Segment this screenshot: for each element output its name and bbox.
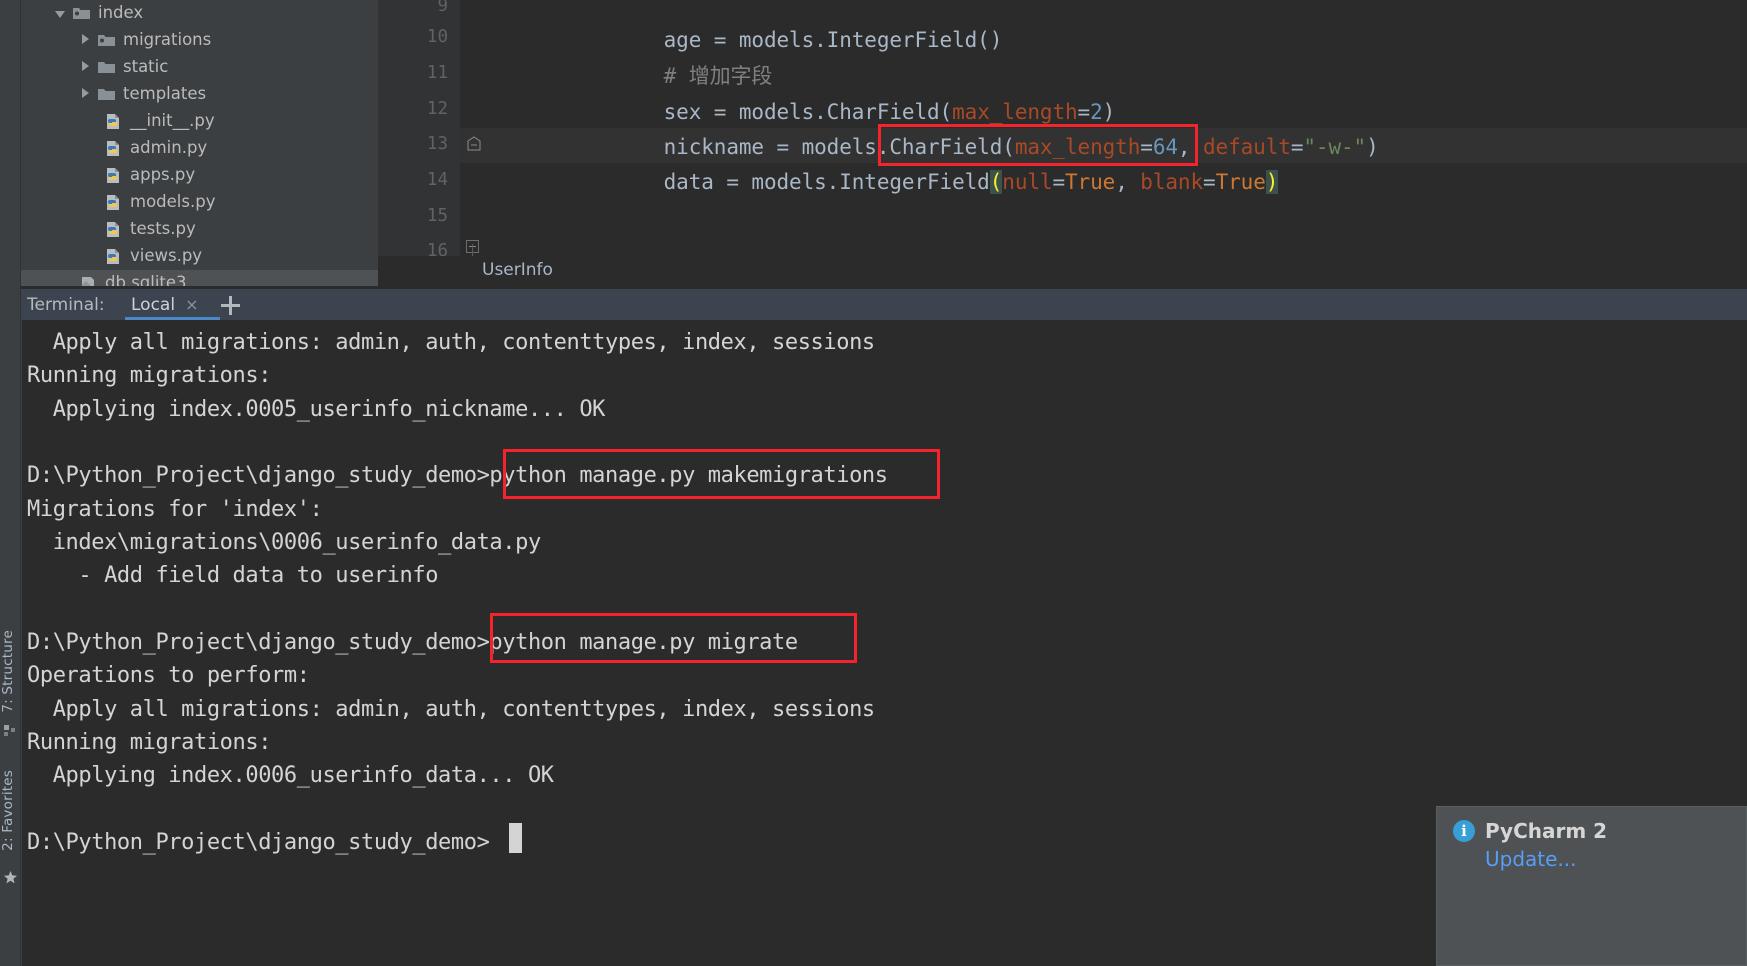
database-file-icon: [82, 277, 94, 286]
tree-item-label: admin.py: [130, 138, 208, 158]
close-icon[interactable]: ×: [185, 296, 198, 313]
chevron-right-icon[interactable]: [79, 61, 92, 74]
terminal-line-migrate: D:\Python_Project\django_study_demo>pyth…: [27, 630, 798, 655]
chevron-right-icon[interactable]: [79, 88, 92, 101]
terminal-line: Apply all migrations: admin, auth, conte…: [27, 330, 875, 355]
info-icon: [1453, 820, 1475, 842]
terminal-line: Applying index.0005_userinfo_nickname...…: [27, 397, 606, 422]
code-line-10: # 增加字段: [563, 64, 773, 88]
folder-icon: [98, 89, 115, 100]
left-tool-window-strip: 7: Structure 2: Favorites: [0, 0, 21, 966]
terminal-line: Apply all migrations: admin, auth, conte…: [27, 697, 875, 722]
tree-item-db-sqlite3[interactable]: db.sqlite3: [21, 270, 378, 286]
terminal-prompt-line: D:\Python_Project\django_study_demo>: [27, 830, 490, 855]
terminal-line: Operations to perform:: [27, 663, 310, 688]
terminal-line: Running migrations:: [27, 363, 272, 388]
matching-paren-open: (: [989, 170, 1003, 194]
star-icon: [4, 871, 17, 884]
terminal-tab-bar: Terminal: Local ×: [21, 289, 1747, 320]
terminal-panel-label: Terminal:: [27, 295, 105, 315]
line-number: 11: [426, 63, 448, 83]
code-fold-marker-line13[interactable]: [466, 136, 482, 152]
structure-icon: [4, 725, 15, 736]
line-number: 9: [437, 0, 448, 16]
python-file-icon: [107, 222, 119, 237]
tree-item-views-py[interactable]: views.py: [21, 243, 378, 270]
tree-item-tests-py[interactable]: tests.py: [21, 216, 378, 243]
project-tree-panel[interactable]: index migrations static templates __init…: [21, 0, 378, 286]
terminal-line: Running migrations:: [27, 730, 272, 755]
notification-title: PyCharm 2: [1485, 819, 1608, 843]
line-number: 15: [426, 206, 448, 226]
terminal-line: Applying index.0006_userinfo_data... OK: [27, 763, 554, 788]
editor-gutter[interactable]: 9 10 11 12 13 14 15 16: [378, 0, 460, 256]
code-line-9: age = models.IntegerField(): [563, 28, 1003, 52]
code-line-12: nickname = models.CharField(max_length=6…: [563, 135, 1379, 159]
tree-item-migrations[interactable]: migrations: [21, 27, 378, 54]
tree-item-index[interactable]: index: [21, 0, 378, 27]
terminal-line: Migrations for 'index':: [27, 497, 323, 522]
terminal-tab-local-label: Local: [131, 294, 176, 315]
folder-icon: [98, 62, 115, 73]
tool-button-structure[interactable]: 7: Structure: [0, 630, 21, 713]
folder-module-icon: [98, 35, 115, 46]
code-fold-line: [472, 244, 473, 256]
tool-button-favorites-label: 2: Favorites: [0, 770, 16, 851]
code-line-13: data = models.IntegerField(null=True, bl…: [563, 170, 1279, 194]
breadcrumb-userinfo[interactable]: UserInfo: [482, 260, 553, 280]
tree-item-label: static: [123, 57, 169, 77]
python-file-icon: [107, 114, 119, 129]
python-file-icon: [107, 249, 119, 264]
tree-item-label: db.sqlite3: [105, 273, 187, 286]
terminal-line: index\migrations\0006_userinfo_data.py: [27, 530, 542, 555]
tree-item-label: apps.py: [130, 165, 196, 185]
line-number: 10: [426, 27, 448, 47]
tree-item-templates[interactable]: templates: [21, 81, 378, 108]
tree-item-admin-py[interactable]: admin.py: [21, 135, 378, 162]
tree-item-static[interactable]: static: [21, 54, 378, 81]
chevron-down-icon[interactable]: [54, 7, 67, 20]
pycharm-window: 7: Structure 2: Favorites index migratio…: [0, 0, 1747, 966]
tree-item-label: migrations: [123, 30, 212, 50]
python-file-icon: [107, 168, 119, 183]
folder-module-icon: [73, 8, 90, 19]
tree-item-init-py[interactable]: __init__.py: [21, 108, 378, 135]
tree-item-label: views.py: [130, 246, 203, 266]
terminal-tab-local[interactable]: Local ×: [131, 289, 198, 320]
line-number: 13: [426, 134, 448, 154]
notification-update-link[interactable]: Update...: [1485, 847, 1577, 871]
update-notification[interactable]: PyCharm 2 Update...: [1436, 806, 1747, 966]
code-line-11: sex = models.CharField(max_length=2): [563, 100, 1116, 124]
terminal-left-border: [21, 320, 22, 966]
breadcrumb-bar[interactable]: UserInfo: [378, 256, 1747, 286]
terminal-line: - Add field data to userinfo: [27, 563, 439, 588]
plus-icon[interactable]: [217, 292, 243, 318]
tool-button-structure-label: 7: Structure: [0, 630, 16, 713]
python-file-icon: [107, 195, 119, 210]
tree-item-label: templates: [123, 84, 207, 104]
tree-item-models-py[interactable]: models.py: [21, 189, 378, 216]
terminal-line-makemigrations: D:\Python_Project\django_study_demo>pyth…: [27, 463, 888, 488]
python-file-icon: [107, 141, 119, 156]
tree-item-label: models.py: [130, 192, 216, 212]
line-number: 16: [426, 241, 448, 256]
terminal-cursor: [509, 823, 522, 853]
tree-item-label: tests.py: [130, 219, 196, 239]
code-line-16: class StudentInfo(models.Model):: [476, 232, 953, 256]
chevron-right-icon[interactable]: [79, 34, 92, 47]
tree-item-label: index: [98, 3, 144, 23]
line-number: 12: [426, 99, 448, 119]
matching-paren-close: ): [1265, 170, 1279, 194]
line-number: 14: [426, 170, 448, 190]
tree-item-label: __init__.py: [130, 111, 215, 131]
code-editor[interactable]: 9 10 11 12 13 14 15 16 age = models.Inte…: [378, 0, 1747, 256]
tree-item-apps-py[interactable]: apps.py: [21, 162, 378, 189]
tool-button-favorites[interactable]: 2: Favorites: [0, 770, 21, 851]
